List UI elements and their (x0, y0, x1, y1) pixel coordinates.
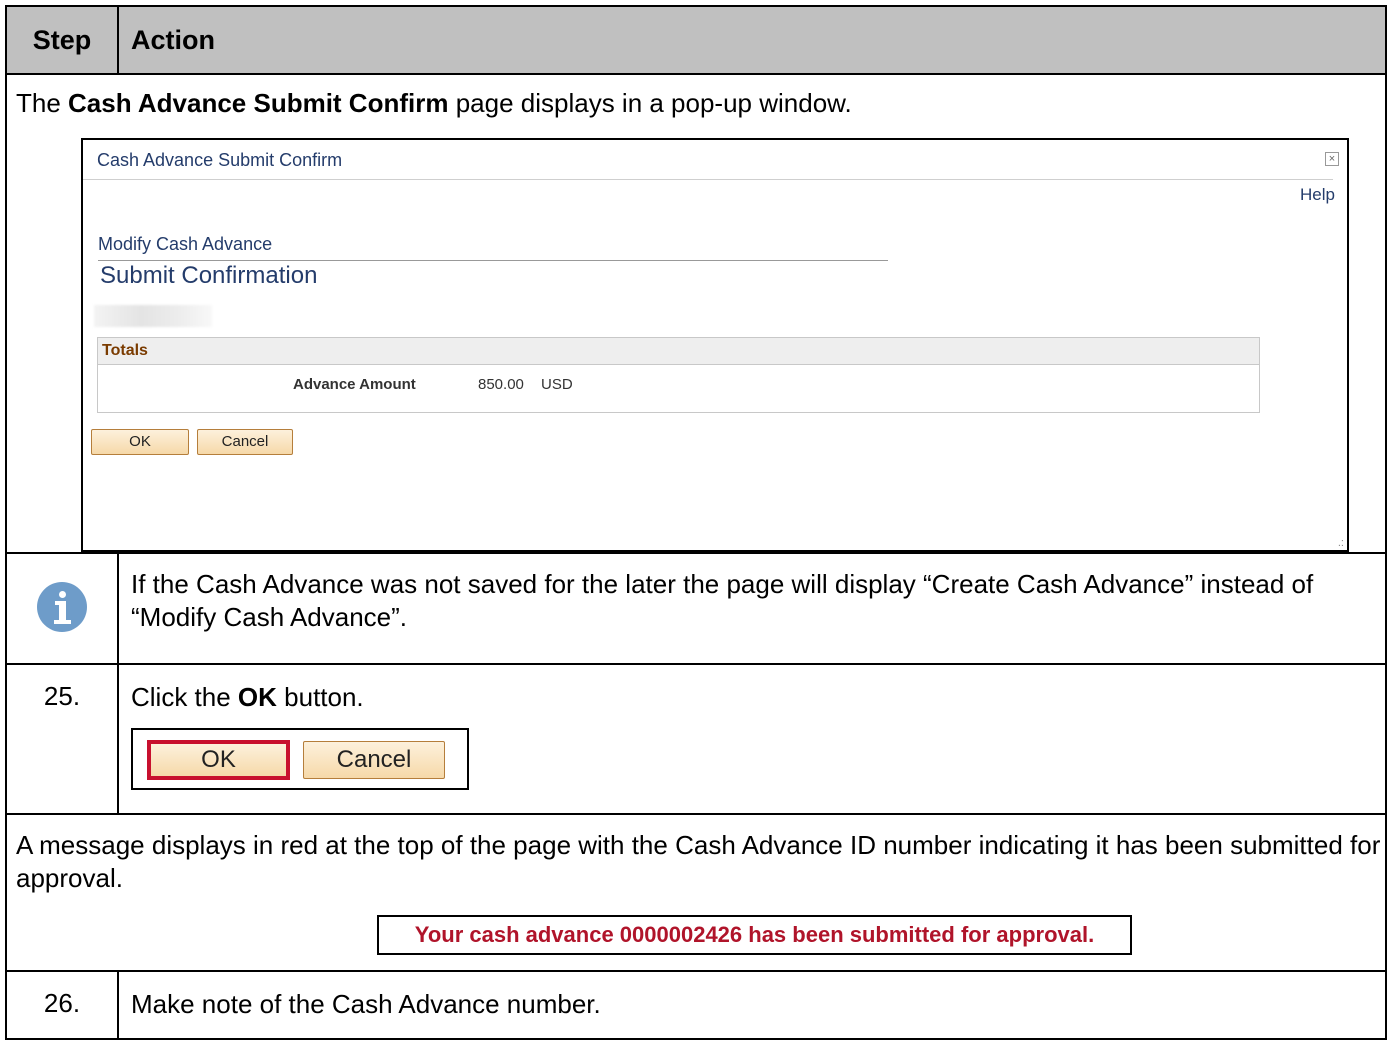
step-25-text: Click the OK button. (131, 681, 1385, 714)
subtitle-divider (98, 260, 888, 261)
intro-bold: Cash Advance Submit Confirm (68, 88, 449, 118)
info-note: If the Cash Advance was not saved for th… (117, 552, 1387, 665)
message-row: A message displays in red at the top of … (5, 813, 1387, 972)
step-26-text: Make note of the Cash Advance number. (117, 970, 1387, 1040)
ok-button-highlighted[interactable]: OK (147, 740, 290, 780)
popup-row: The Cash Advance Submit Confirm page dis… (5, 73, 1387, 554)
intro-prefix: The (16, 88, 69, 118)
submit-confirm-popup: Cash Advance Submit Confirm × Help Modif… (81, 138, 1349, 552)
advance-amount-label: Advance Amount (293, 376, 416, 393)
redacted-name (94, 305, 212, 327)
totals-header: Totals (98, 338, 1259, 365)
advance-currency: USD (541, 376, 573, 393)
popup-heading: Submit Confirmation (100, 262, 318, 289)
popup-title-divider (83, 179, 1333, 180)
intro-suffix: page displays in a pop-up window. (448, 88, 852, 118)
step-25-action: Click the OK button. OK Cancel (117, 663, 1387, 815)
step-26-row: 26. Make note of the Cash Advance number… (5, 970, 1387, 1040)
totals-group: Totals Advance Amount 850.00 USD (97, 337, 1260, 413)
message-row-cell: A message displays in red at the top of … (5, 813, 1387, 972)
step-column-header: Step (5, 5, 119, 75)
step-25-bold: OK (237, 682, 277, 712)
info-icon (37, 582, 87, 632)
table-header-row: Step Action (5, 5, 1387, 75)
action-column-header: Action (117, 5, 1387, 75)
step-25-prefix: Click the (131, 682, 238, 712)
info-row: If the Cash Advance was not saved for th… (5, 552, 1387, 665)
intro-text: The Cash Advance Submit Confirm page dis… (16, 87, 1385, 120)
close-icon[interactable]: × (1325, 152, 1339, 166)
advance-amount-value: 850.00 (478, 376, 524, 393)
popup-row-cell: The Cash Advance Submit Confirm page dis… (5, 73, 1387, 554)
procedure-table: Step Action The Cash Advance Submit Conf… (5, 5, 1387, 1040)
cancel-button[interactable]: Cancel (303, 741, 445, 779)
popup-title: Cash Advance Submit Confirm (97, 150, 343, 170)
popup-cancel-button[interactable]: Cancel (197, 429, 293, 455)
step-number: 26. (5, 970, 119, 1040)
approval-message: Your cash advance 0000002426 has been su… (377, 915, 1132, 955)
help-link[interactable]: Help (1300, 185, 1335, 205)
message-description: A message displays in red at the top of … (16, 830, 1381, 893)
button-screenshot: OK Cancel (131, 728, 469, 790)
info-icon-cell (5, 552, 119, 665)
step-25-row: 25. Click the OK button. OK Cancel (5, 663, 1387, 815)
resize-grip-icon[interactable]: .: (1338, 538, 1344, 549)
popup-ok-button[interactable]: OK (91, 429, 189, 455)
popup-subtitle: Modify Cash Advance (98, 234, 273, 254)
step-25-suffix: button. (276, 682, 364, 712)
step-number: 25. (5, 663, 119, 815)
